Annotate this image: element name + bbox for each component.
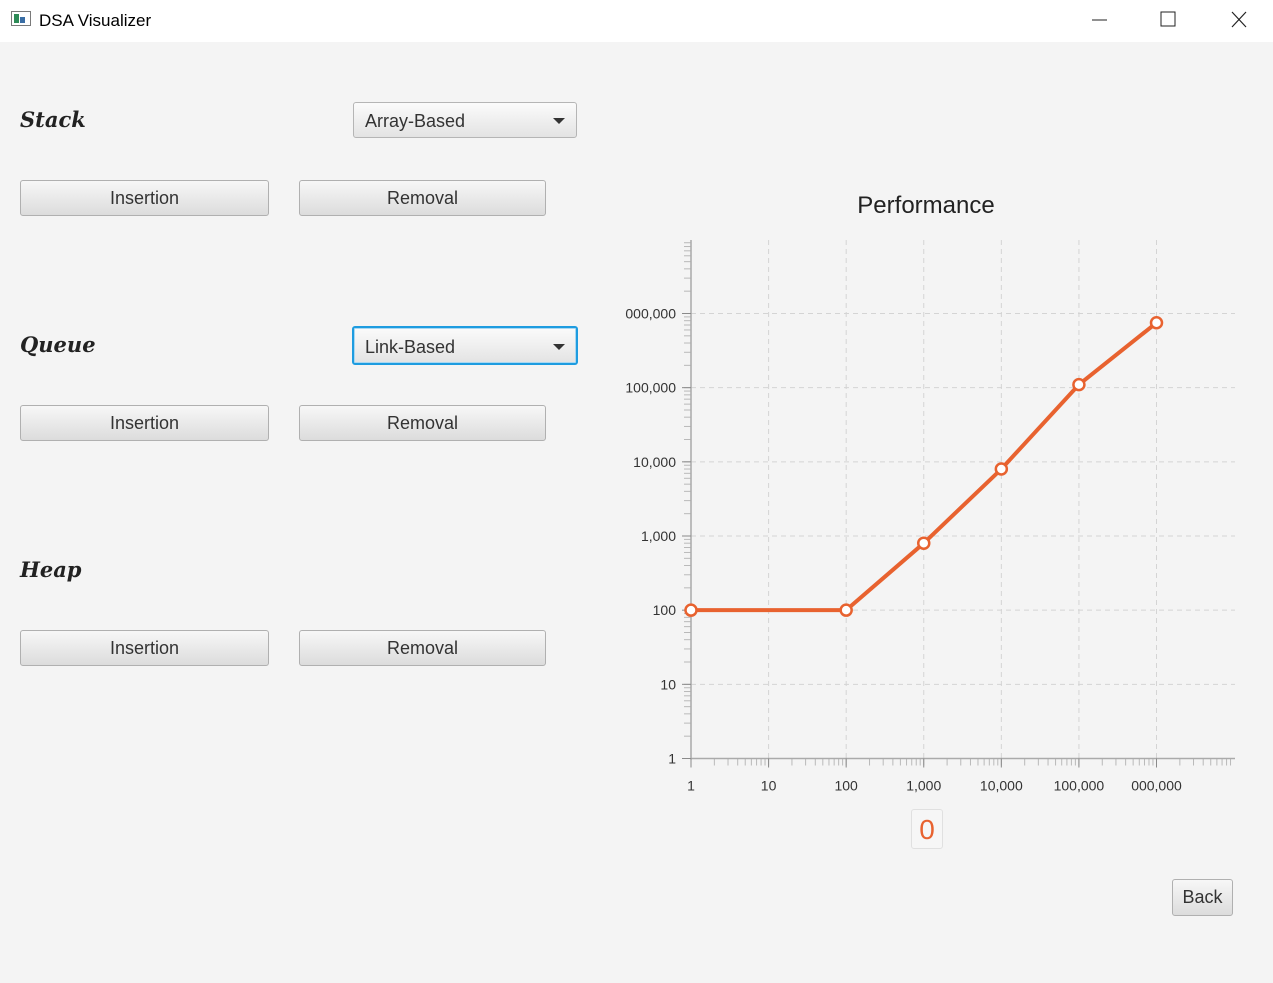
window-title: DSA Visualizer: [39, 11, 152, 30]
x-tick-label: 1,000: [906, 778, 941, 794]
title-bar: DSA Visualizer: [0, 0, 1273, 42]
y-tick-label: 1: [668, 751, 676, 767]
heap-removal-button[interactable]: Removal: [299, 630, 546, 666]
app-icon: [11, 11, 31, 26]
queue-label: Queue: [20, 332, 96, 357]
y-tick-label: 10,000: [633, 454, 676, 470]
data-point: [839, 603, 853, 617]
chevron-down-icon: [553, 118, 565, 124]
stack-impl-value: Array-Based: [365, 111, 466, 131]
minimize-button[interactable]: [1065, 0, 1134, 42]
close-icon: [1231, 11, 1247, 28]
stack-insertion-button[interactable]: Insertion: [20, 180, 269, 216]
y-tick-label: 100,000: [625, 380, 676, 396]
data-point: [684, 603, 698, 617]
performance-chart: 1 10 100 1,000 10,000 100,000 000,000 1 10 100 1,0…: [625, 240, 1235, 794]
data-point: [1072, 377, 1086, 392]
y-tick-label: 10: [660, 676, 676, 692]
series-line: [691, 321, 1158, 613]
stack-impl-combo[interactable]: Array-Based: [353, 102, 577, 138]
queue-impl-value: Link-Based: [365, 337, 456, 357]
x-tick-label: 10,000: [980, 778, 1023, 794]
maximize-button[interactable]: [1134, 0, 1203, 42]
heap-label: Heap: [20, 557, 82, 582]
x-tick-label: 1: [687, 778, 695, 794]
x-tick-label: 100: [834, 778, 858, 794]
chart-title: Performance: [857, 192, 995, 219]
minimize-icon: [1092, 19, 1107, 21]
stack-removal-button[interactable]: Removal: [299, 180, 546, 216]
stack-label: Stack: [20, 107, 86, 132]
x-tick-label: 10: [761, 778, 777, 794]
x-tick-label: 100,000: [1054, 778, 1105, 794]
data-point: [994, 462, 1009, 476]
queue-impl-combo[interactable]: Link-Based: [352, 326, 578, 365]
back-button[interactable]: Back: [1172, 879, 1233, 916]
chevron-down-icon: [553, 344, 565, 350]
data-point: [1149, 316, 1164, 330]
y-tick-label: 100: [653, 602, 677, 618]
y-tick-label: 1,000: [641, 528, 676, 544]
close-button[interactable]: [1204, 0, 1273, 42]
data-point: [917, 536, 931, 550]
maximize-icon: [1160, 11, 1176, 27]
queue-removal-button[interactable]: Removal: [299, 405, 546, 441]
heap-insertion-button[interactable]: Insertion: [20, 630, 269, 666]
x-tick-label: 000,000: [1131, 778, 1182, 794]
counter-display: 0: [911, 809, 943, 849]
y-tick-label: 000,000: [625, 306, 676, 322]
queue-insertion-button[interactable]: Insertion: [20, 405, 269, 441]
